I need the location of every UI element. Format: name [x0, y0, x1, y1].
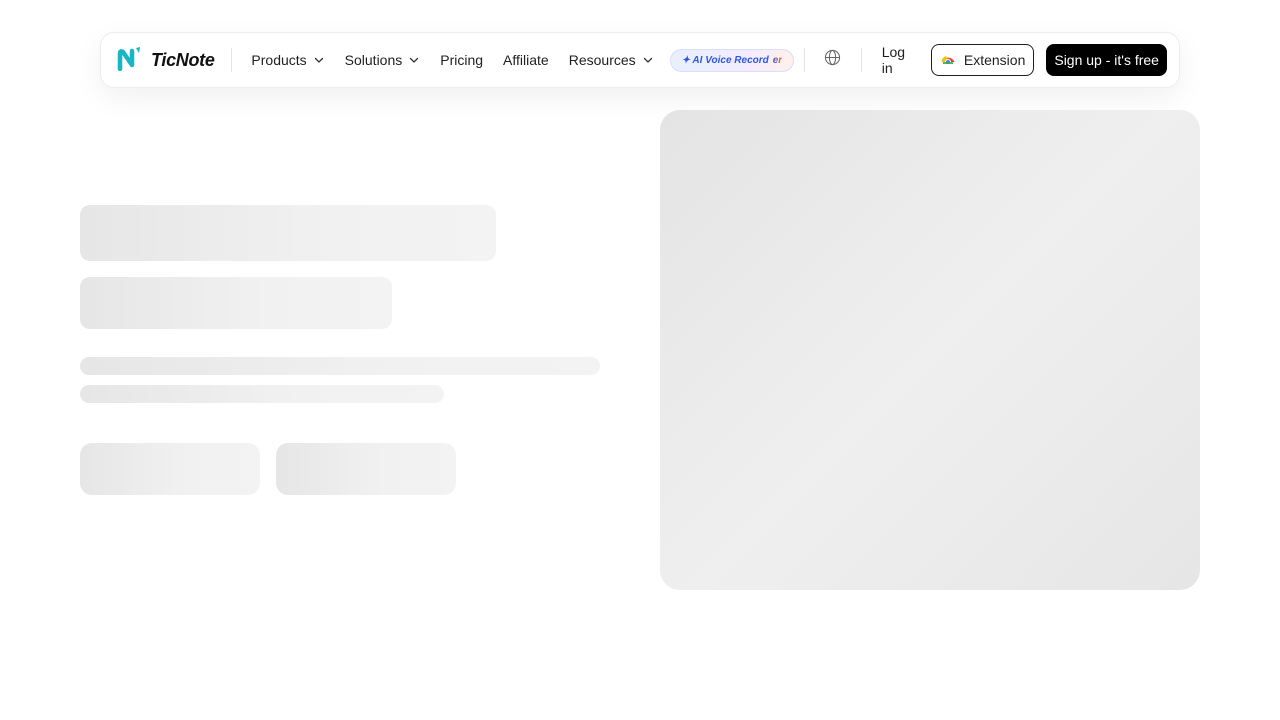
badge-label-tail: er — [772, 54, 783, 66]
chevron-down-icon — [313, 54, 325, 66]
skeleton-text-line-1 — [80, 357, 600, 375]
skeleton-button-secondary — [276, 443, 456, 495]
skeleton-text-line-2 — [80, 385, 444, 403]
chevron-down-icon — [408, 54, 420, 66]
language-selector[interactable] — [815, 44, 851, 76]
skeleton-title-line-1 — [80, 205, 496, 261]
skeleton-media-placeholder — [660, 110, 1200, 590]
nav-affiliate-label: Affiliate — [503, 52, 549, 68]
extension-label: Extension — [963, 52, 1026, 68]
chevron-down-icon — [642, 54, 654, 66]
ticnote-logo-icon — [117, 45, 143, 76]
divider — [860, 48, 862, 72]
nav-affiliate[interactable]: Affiliate — [493, 44, 559, 76]
globe-icon — [824, 49, 841, 71]
nav-resources-label: Resources — [568, 52, 636, 68]
top-navigation-bar: TicNote Products Solutions Pricing Affil… — [100, 32, 1180, 88]
divider — [230, 48, 232, 72]
skeleton-button-primary — [80, 443, 260, 495]
nav-solutions[interactable]: Solutions — [335, 44, 431, 76]
divider — [804, 48, 806, 72]
nav-products[interactable]: Products — [241, 44, 334, 76]
skeleton-title-line-2 — [80, 277, 392, 329]
brand-logo[interactable]: TicNote — [117, 33, 215, 87]
chrome-icon — [940, 51, 956, 70]
signup-button[interactable]: Sign up - it's free — [1046, 44, 1167, 76]
nav-resources[interactable]: Resources — [559, 44, 664, 76]
login-link[interactable]: Log in — [872, 44, 931, 76]
badge-label: ✦ AI Voice Record — [681, 54, 769, 66]
brand-name: TicNote — [151, 49, 215, 70]
extension-button[interactable]: Extension — [930, 44, 1035, 76]
ai-voice-recorder-badge[interactable]: ✦ AI Voice Record er — [669, 48, 795, 72]
nav-pricing[interactable]: Pricing — [430, 44, 493, 76]
nav-products-label: Products — [251, 52, 307, 68]
nav-pricing-label: Pricing — [440, 52, 484, 68]
nav-solutions-label: Solutions — [344, 52, 403, 68]
